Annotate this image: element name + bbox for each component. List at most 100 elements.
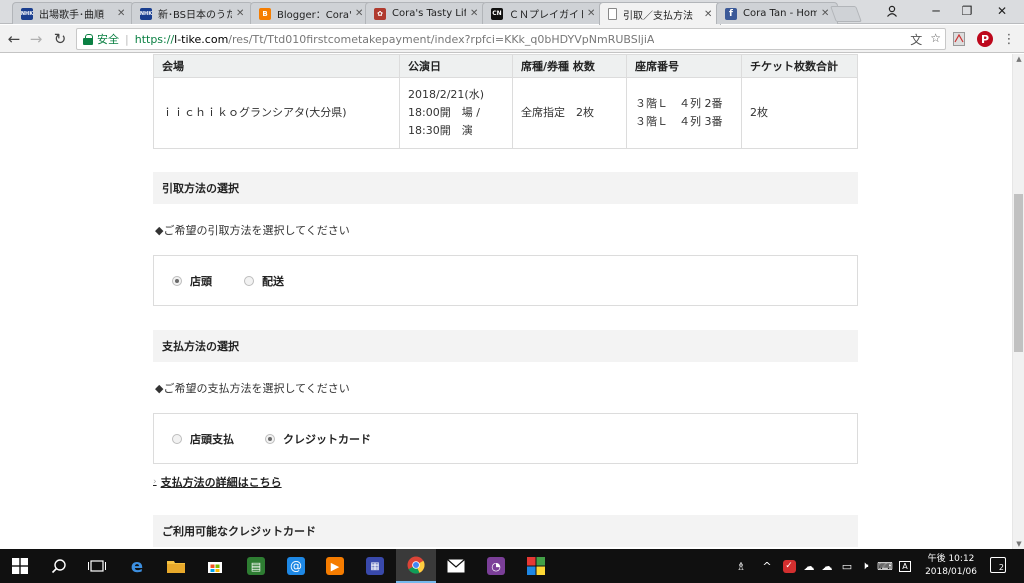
start-button[interactable] <box>0 549 40 583</box>
calculator-icon[interactable]: ▦ <box>355 549 395 583</box>
back-button[interactable]: ← <box>4 29 24 49</box>
edge-icon[interactable]: e <box>117 549 157 583</box>
mail-app-icon[interactable]: @ <box>276 549 316 583</box>
payment-option-store[interactable]: 店頭支払 <box>172 414 234 463</box>
media-player-icon[interactable]: ▶ <box>315 549 355 583</box>
tab-1[interactable]: NHK 出場歌手･曲順 ✕ <box>12 2 134 24</box>
clock-date: 2018/01/06 <box>925 567 977 577</box>
cn-icon: CN <box>491 7 503 20</box>
close-icon[interactable]: ✕ <box>704 9 714 20</box>
menu-icon[interactable]: ⋮ <box>1000 30 1018 48</box>
radio-unselected[interactable] <box>172 433 182 444</box>
chrome-icon[interactable] <box>396 549 436 583</box>
scroll-thumb[interactable] <box>1014 194 1023 352</box>
total-cell: 2枚 <box>741 77 858 149</box>
app-icon[interactable]: ▤ <box>236 549 276 583</box>
close-icon[interactable]: ✕ <box>355 8 365 19</box>
search-icon[interactable] <box>39 549 79 583</box>
keyboard-icon[interactable]: ⌨ <box>876 549 894 583</box>
option-label: クレジットカード <box>283 432 371 446</box>
reload-button[interactable]: ↻ <box>50 29 70 49</box>
payment-options: 店頭支払 クレジットカード <box>153 413 858 464</box>
tab-title: 引取／支払方法 <box>623 10 693 22</box>
chevron-right-icon: › <box>153 477 157 487</box>
new-tab-button[interactable] <box>830 6 862 22</box>
people-icon[interactable]: ♗ <box>732 549 750 583</box>
page-icon <box>608 8 617 20</box>
task-view-icon[interactable] <box>77 549 117 583</box>
close-window-button[interactable]: ✕ <box>980 0 1024 22</box>
forward-button[interactable]: → <box>26 29 46 49</box>
windows-logo-icon <box>12 558 28 574</box>
tab-4[interactable]: ✿ Cora's Tasty Life ✕ <box>365 2 487 24</box>
account-icon[interactable] <box>870 0 914 22</box>
divider: | <box>125 32 129 46</box>
option-label: 配送 <box>262 274 284 288</box>
photos-icon[interactable] <box>516 549 556 583</box>
tab-3[interactable]: B Blogger：Cora's ✕ <box>250 2 372 24</box>
pdf-extension-icon[interactable] <box>950 30 968 48</box>
table-row: ｉｉｃｈｉｋｏグランシアタ(大分県) 2018/2/21(水) 18:00開 場… <box>153 77 858 149</box>
radio-selected[interactable] <box>265 433 275 444</box>
address-bar[interactable]: 安全 | https://l-tike.com/res/Tt/Ttd010fir… <box>76 28 946 50</box>
ticket-table: 会場 公演日 席種/券種 枚数 座席番号 チケット枚数合計 ｉｉｃｈｉｋｏグラン… <box>153 54 858 149</box>
system-clock[interactable]: 午後 10:12 2018/01/06 <box>918 553 984 579</box>
pickup-note: ◆ご希望の引取方法を選択してください <box>155 224 350 237</box>
scroll-up-icon[interactable]: ▲ <box>1015 55 1023 63</box>
payment-detail-link[interactable]: › 支払方法の詳細はこちら <box>153 474 282 490</box>
page-scrollbar[interactable]: ▲ ▼ <box>1012 54 1024 549</box>
payment-option-credit-card[interactable]: クレジットカード <box>265 414 371 463</box>
column-header: 会場 <box>153 54 400 78</box>
pickup-options: 店頭 配送 <box>153 255 858 306</box>
tab-title: Cora's Tasty Life <box>392 8 466 19</box>
nhk-icon: NHK <box>21 7 33 20</box>
radio-unselected[interactable] <box>244 275 254 286</box>
cloud-icon[interactable]: ☁ <box>818 549 836 583</box>
chevron-up-icon[interactable]: ^ <box>760 549 774 583</box>
close-icon[interactable]: ✕ <box>117 8 127 19</box>
mail-envelope-icon[interactable] <box>436 549 476 583</box>
pickup-option-delivery[interactable]: 配送 <box>244 256 284 305</box>
volume-icon[interactable]: 🕨 <box>856 549 874 583</box>
page-content: 会場 公演日 席種/券種 枚数 座席番号 チケット枚数合計 ｉｉｃｈｉｋｏグラン… <box>0 54 1012 549</box>
close-icon[interactable]: ✕ <box>470 8 480 19</box>
column-header: 席種/券種 枚数 <box>512 54 627 78</box>
onedrive-icon[interactable]: ☁ <box>800 549 818 583</box>
radio-selected[interactable] <box>172 275 182 286</box>
close-icon[interactable]: ✕ <box>236 8 246 19</box>
tab-5[interactable]: CN ＣＮプレイガイド ✕ <box>482 2 604 24</box>
notification-icon[interactable]: 2 <box>990 557 1006 573</box>
tab-title: 出場歌手･曲順 <box>39 10 104 21</box>
tab-title: 新･BS日本のうた <box>158 10 232 21</box>
url-text[interactable]: https://l-tike.com/res/Tt/Ttd010firstcom… <box>135 33 655 46</box>
column-header: チケット枚数合計 <box>741 54 858 78</box>
ime-icon[interactable]: A <box>896 549 914 583</box>
nhk-icon: NHK <box>140 7 152 20</box>
security-label: 安全 <box>97 33 119 46</box>
file-explorer-icon[interactable] <box>156 549 196 583</box>
column-header: 座席番号 <box>626 54 742 78</box>
tab-6-active[interactable]: 引取／支払方法 ✕ <box>599 2 721 25</box>
app-purple-icon[interactable]: ◔ <box>476 549 516 583</box>
tab-title: ＣＮプレイガイド <box>509 10 583 21</box>
payment-section-heading: 支払方法の選択 <box>153 330 858 362</box>
link-text[interactable]: 支払方法の詳細はこちら <box>161 474 282 490</box>
tab-strip: NHK 出場歌手･曲順 ✕ NHK 新･BS日本のうた ✕ B Blogger：… <box>0 0 1024 25</box>
browser-toolbar: ← → ↻ 安全 | https://l-tike.com/res/Tt/Ttd… <box>0 25 1024 53</box>
antivirus-icon[interactable]: ✓ <box>780 549 798 583</box>
venue-cell: ｉｉｃｈｉｋｏグランシアタ(大分県) <box>153 77 400 149</box>
close-icon[interactable]: ✕ <box>587 8 597 19</box>
blogger-icon: B <box>259 7 271 20</box>
tab-2[interactable]: NHK 新･BS日本のうた ✕ <box>131 2 253 24</box>
battery-icon[interactable]: ▭ <box>838 549 856 583</box>
bookmark-star-icon[interactable]: ☆ <box>930 31 941 48</box>
close-icon[interactable]: ✕ <box>821 8 831 19</box>
store-icon[interactable] <box>195 549 235 583</box>
date-cell: 2018/2/21(水) 18:00開 場 / 18:30開 演 <box>399 77 513 149</box>
translate-icon[interactable]: 文 <box>910 31 922 48</box>
scroll-down-icon[interactable]: ▼ <box>1015 540 1023 548</box>
pickup-option-store[interactable]: 店頭 <box>172 256 212 305</box>
windows-taskbar: e ▤ @ ▶ ▦ ◔ ♗ ^ ✓ ☁ ☁ ▭ 🕨 ⌨ A 午後 10:12 2… <box>0 549 1024 583</box>
pinterest-icon[interactable]: P <box>976 30 994 48</box>
tab-7[interactable]: f Cora Tan - Home ✕ <box>716 2 838 24</box>
